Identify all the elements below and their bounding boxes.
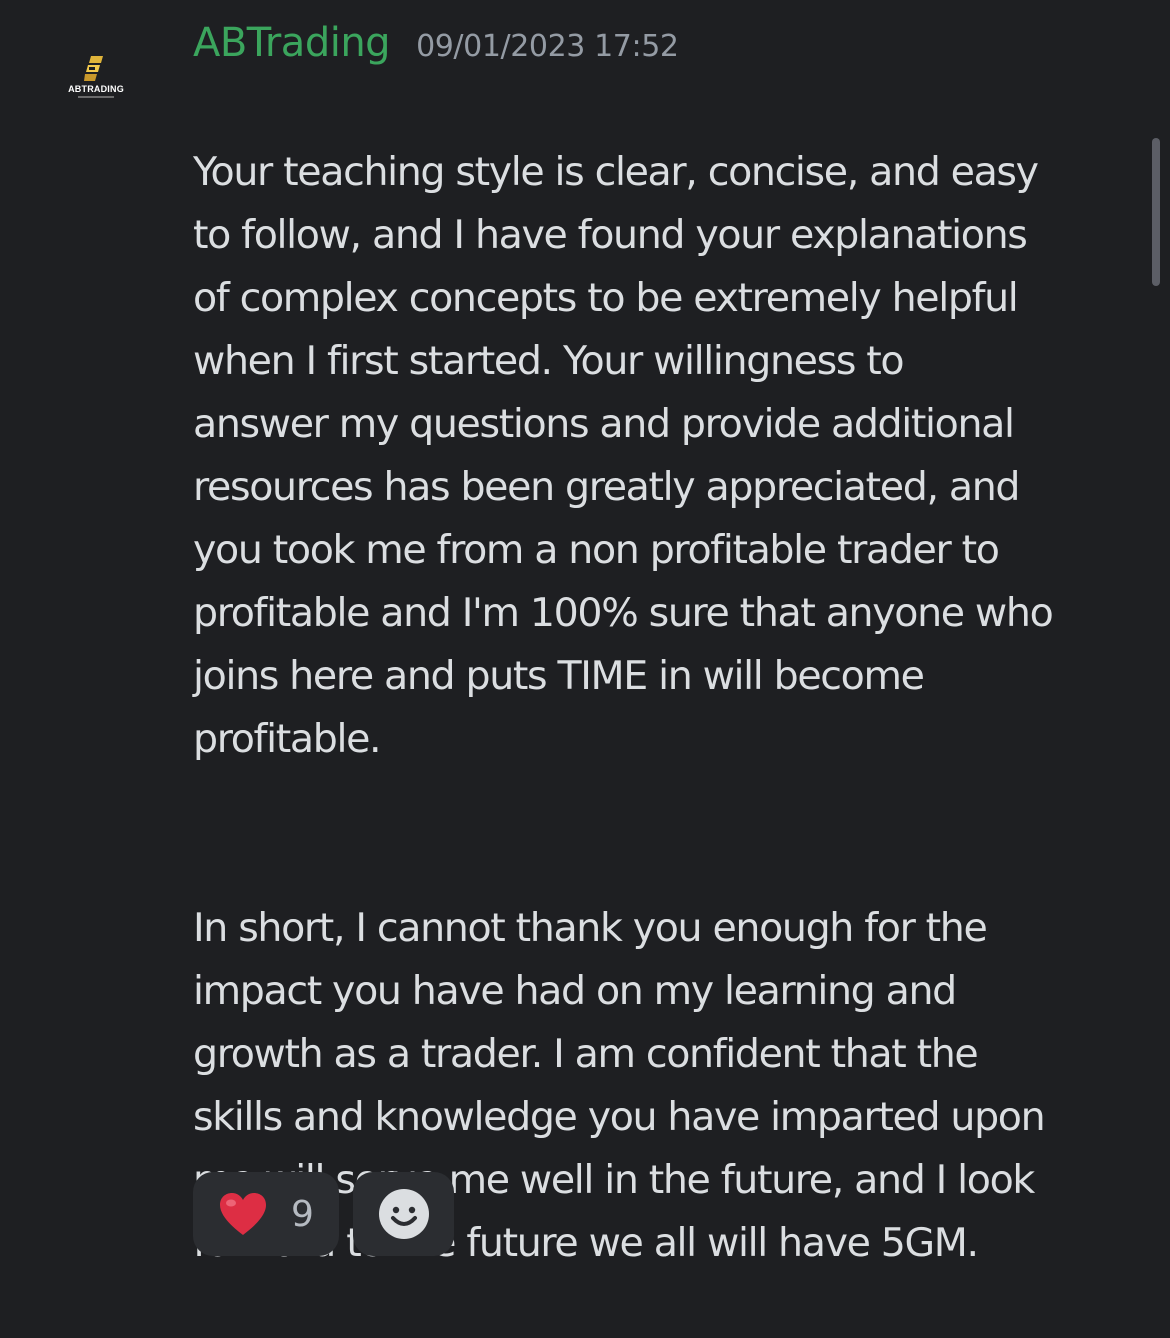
abtrading-logo-icon [84,56,103,81]
author-name[interactable]: ABTrading [193,20,391,66]
reaction-heart[interactable]: 9 [193,1172,339,1256]
avatar[interactable]: ABTRADING [56,54,136,104]
message-header: ABTrading 09/01/2023 17:52 [193,20,679,76]
heart-icon [220,1193,266,1235]
smile-icon [378,1189,429,1239]
reaction-count: 9 [291,1193,314,1235]
scrollbar[interactable] [1152,138,1160,286]
add-reaction-button[interactable] [353,1172,454,1256]
message-paragraph: Your teaching style is clear, concise, a… [193,149,1054,762]
reactions-bar: 9 [193,1172,454,1256]
avatar-brand-label: ABTRADING [68,84,124,94]
message-content: Your teaching style is clear, concise, a… [193,78,1133,1338]
message-timestamp: 09/01/2023 17:52 [416,29,679,64]
chat-message: ABTRADING ABTrading 09/01/2023 17:52 You… [0,0,1170,1286]
avatar-underline [78,96,114,98]
